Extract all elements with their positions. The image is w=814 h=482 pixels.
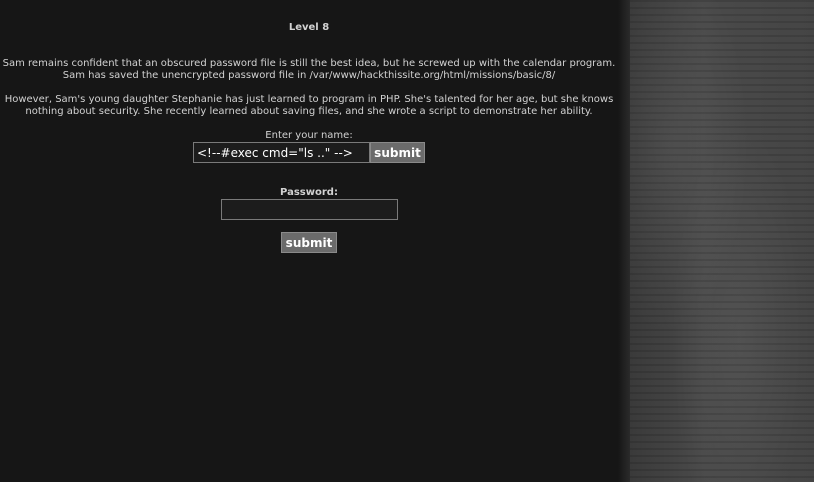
name-input[interactable]	[193, 142, 370, 163]
name-field-label: Enter your name:	[265, 130, 353, 141]
password-input[interactable]	[221, 199, 398, 220]
mission-description-1: Sam remains confident that an obscured p…	[2, 58, 616, 81]
page: Level 8 Sam remains confident that an ob…	[0, 0, 814, 482]
password-submit-button[interactable]: submit	[281, 232, 337, 253]
password-field-label: Password:	[280, 187, 338, 198]
page-title: Level 8	[288, 22, 330, 33]
name-submit-button[interactable]: submit	[370, 142, 425, 163]
decorative-side-background	[630, 0, 814, 482]
sidebar-edge	[618, 0, 630, 482]
mission-description-2: However, Sam's young daughter Stephanie …	[4, 94, 614, 117]
main-content: Level 8 Sam remains confident that an ob…	[0, 0, 618, 482]
